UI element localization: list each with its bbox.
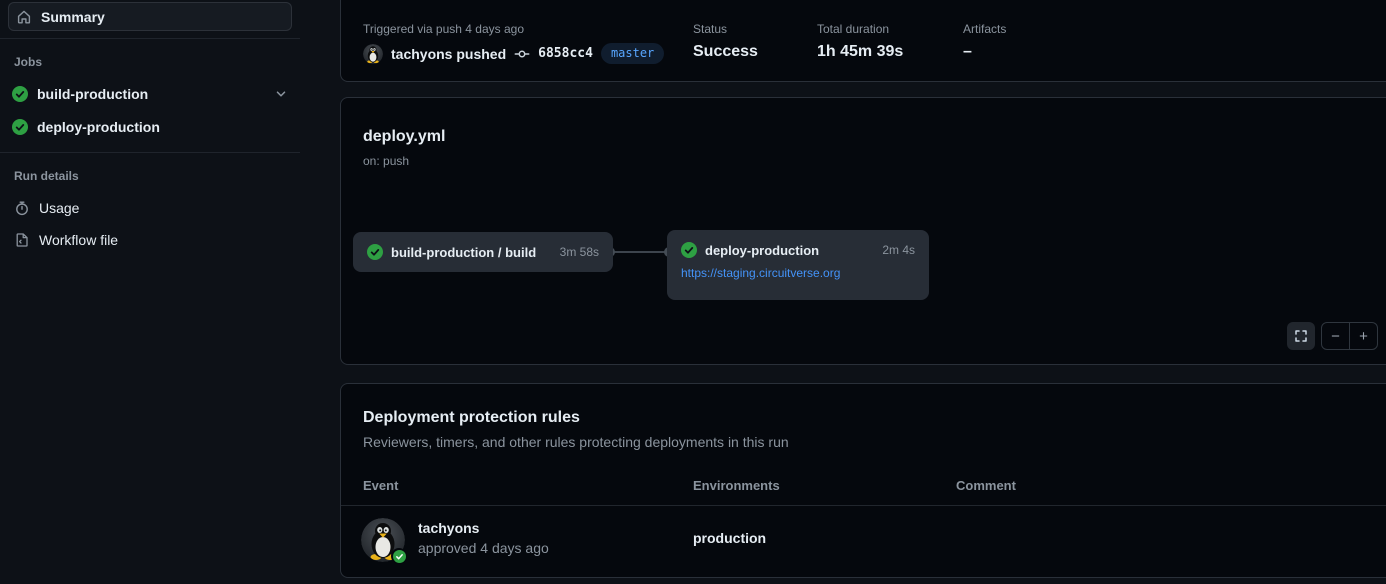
deployment-protection-panel: Deployment protection rules Reviewers, t… [340, 383, 1386, 578]
triggered-text: Triggered via push 4 days ago [363, 22, 524, 36]
run-details-heading: Run details [14, 169, 79, 183]
artifacts-label: Artifacts [963, 22, 1006, 36]
branch-badge[interactable]: master [601, 43, 664, 64]
sidebar-item-label: Workflow file [39, 232, 118, 248]
graph-node-deploy-production[interactable]: deploy-production 2m 4s https://staging.… [667, 230, 929, 300]
sidebar-item-label: Summary [41, 9, 105, 25]
sidebar-job-deploy-production[interactable]: deploy-production [12, 119, 288, 135]
panel-subtitle: Reviewers, timers, and other rules prote… [363, 434, 789, 450]
commit-icon [514, 46, 530, 62]
graph-edge [610, 251, 670, 253]
status-success-icon [681, 242, 697, 258]
workflow-file-name: deploy.yml [363, 128, 445, 146]
workflow-trigger: on: push [363, 154, 409, 168]
jobs-heading: Jobs [14, 55, 42, 69]
commit-sha-link[interactable]: 6858cc4 [538, 46, 593, 61]
commit-row: tachyons pushed 6858cc4 master [363, 43, 664, 64]
sidebar-divider [0, 152, 300, 153]
sidebar-divider [0, 38, 300, 39]
sidebar-item-usage[interactable]: Usage [14, 200, 288, 216]
panel-title: Deployment protection rules [363, 409, 580, 427]
status-success-icon [12, 119, 28, 135]
sidebar-item-workflow-file[interactable]: Workflow file [14, 232, 288, 248]
status-value: Success [693, 43, 758, 61]
run-summary-header: Triggered via push 4 days ago tachyons p… [340, 0, 1386, 82]
sidebar-item-label: Usage [39, 200, 79, 216]
approver-name: tachyons [418, 520, 479, 536]
chevron-down-icon[interactable] [274, 87, 288, 101]
column-header-event: Event [363, 478, 398, 493]
status-label: Status [693, 22, 727, 36]
workflow-file-icon [14, 232, 30, 248]
environment-name: production [693, 530, 766, 546]
home-icon [16, 9, 32, 25]
avatar [363, 44, 383, 64]
avatar [361, 518, 405, 562]
zoom-out-button[interactable]: − [1322, 323, 1349, 349]
duration-value: 1h 45m 39s [817, 43, 903, 61]
node-duration: 3m 58s [560, 245, 599, 259]
duration-label: Total duration [817, 22, 889, 36]
status-success-icon [12, 86, 28, 102]
artifacts-value: – [963, 43, 972, 61]
node-label: build-production / build [391, 245, 536, 260]
actor-text: tachyons pushed [391, 46, 506, 62]
job-label: deploy-production [37, 119, 160, 135]
fullscreen-icon [1294, 329, 1308, 343]
column-header-environments: Environments [693, 478, 780, 493]
run-sidebar: Summary Jobs build-production deploy-pro… [0, 0, 300, 584]
node-label: deploy-production [705, 243, 819, 258]
workflow-graph-panel: deploy.yml on: push build-production / b… [340, 97, 1386, 365]
stopwatch-icon [14, 200, 30, 216]
table-header-divider [341, 505, 1386, 506]
node-duration: 2m 4s [882, 243, 915, 257]
column-header-comment: Comment [956, 478, 1016, 493]
deployment-url-link[interactable]: https://staging.circuitverse.org [681, 266, 840, 280]
fit-view-button[interactable] [1287, 322, 1315, 350]
zoom-control: − + [1321, 322, 1378, 350]
graph-node-build-production[interactable]: build-production / build 3m 58s [353, 232, 613, 272]
sidebar-item-summary[interactable]: Summary [8, 2, 292, 31]
sidebar-job-build-production[interactable]: build-production [12, 86, 288, 102]
approved-badge-icon [391, 548, 407, 564]
job-label: build-production [37, 86, 148, 102]
approval-text: approved 4 days ago [418, 540, 549, 556]
status-success-icon [367, 244, 383, 260]
zoom-in-button[interactable]: + [1349, 323, 1377, 349]
